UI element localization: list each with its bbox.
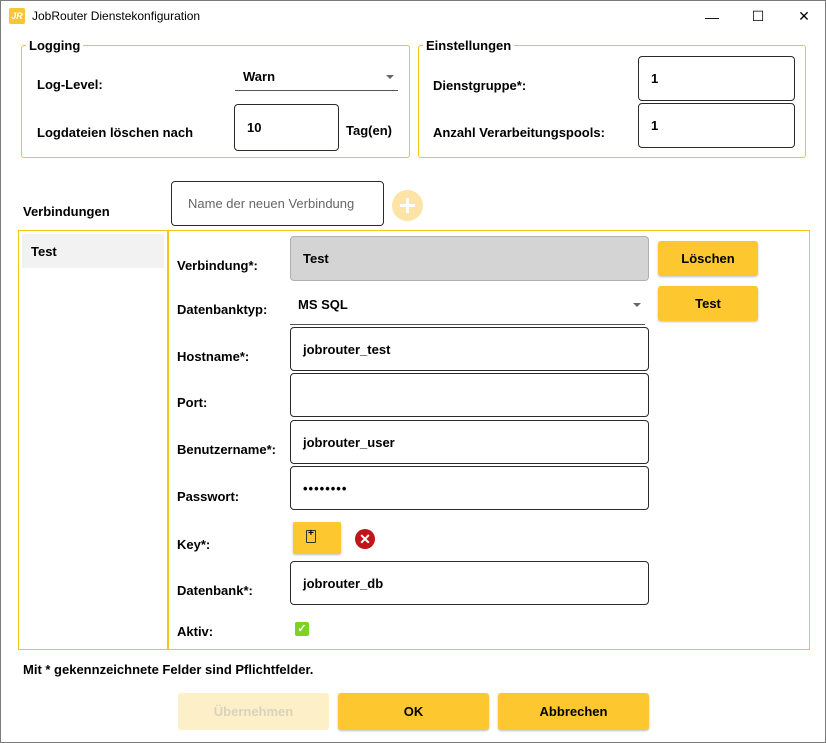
days-unit-label: Tag(en) bbox=[346, 123, 392, 138]
new-connection-input[interactable]: Name der neuen Verbindung bbox=[171, 181, 384, 226]
hostname-input[interactable]: jobrouter_test bbox=[290, 327, 649, 371]
logging-legend: Logging bbox=[29, 38, 81, 53]
pool-count-input[interactable]: 1 bbox=[638, 103, 795, 148]
close-window-button[interactable]: ✕ bbox=[781, 1, 826, 32]
password-label: Passwort: bbox=[177, 489, 240, 504]
service-group-input[interactable]: 1 bbox=[638, 56, 795, 101]
upload-key-button[interactable] bbox=[293, 522, 341, 554]
chevron-down-icon bbox=[633, 302, 641, 307]
db-type-label: Datenbanktyp: bbox=[177, 302, 268, 317]
log-level-label: Log-Level: bbox=[37, 77, 103, 92]
username-input[interactable]: jobrouter_user bbox=[290, 420, 649, 464]
active-label: Aktiv: bbox=[177, 624, 214, 639]
db-type-select[interactable]: MS SQL bbox=[290, 285, 645, 325]
logging-group: Logging bbox=[21, 38, 410, 158]
ok-button[interactable]: OK bbox=[338, 693, 489, 730]
file-add-icon bbox=[306, 528, 316, 543]
db-type-value: MS SQL bbox=[298, 297, 348, 312]
maximize-button[interactable]: ☐ bbox=[735, 1, 781, 32]
test-connection-button[interactable]: Test bbox=[658, 286, 758, 321]
remove-key-icon[interactable]: ✕ bbox=[355, 529, 375, 549]
pool-count-label: Anzahl Verarbeitungspools: bbox=[433, 125, 605, 140]
log-level-select[interactable]: Warn bbox=[235, 63, 398, 91]
window-title: JobRouter Dienstekonfiguration bbox=[32, 9, 201, 23]
port-input[interactable] bbox=[290, 373, 649, 417]
minimize-button[interactable]: — bbox=[689, 1, 735, 32]
log-level-value: Warn bbox=[243, 69, 276, 84]
dialog-window: JR JobRouter Dienstekonfiguration — ☐ ✕ … bbox=[0, 0, 826, 743]
password-input[interactable]: •••••••• bbox=[290, 466, 649, 510]
list-item[interactable]: Test bbox=[22, 234, 164, 268]
key-label: Key*: bbox=[177, 537, 211, 552]
connection-list: Test bbox=[18, 230, 167, 650]
apply-button[interactable]: Übernehmen bbox=[178, 693, 329, 730]
delete-logs-days-input[interactable]: 10 bbox=[234, 104, 339, 151]
add-connection-button[interactable] bbox=[392, 190, 423, 221]
delete-connection-button[interactable]: Löschen bbox=[658, 241, 758, 276]
database-label: Datenbank*: bbox=[177, 583, 253, 598]
chevron-down-icon bbox=[386, 74, 394, 79]
app-logo-icon: JR bbox=[9, 8, 25, 24]
settings-legend: Einstellungen bbox=[426, 38, 512, 53]
active-checkbox[interactable]: ✓ bbox=[295, 622, 309, 636]
required-fields-note: Mit * gekennzeichnete Felder sind Pflich… bbox=[23, 662, 314, 677]
port-label: Port: bbox=[177, 395, 208, 410]
connection-name-label: Verbindung*: bbox=[177, 258, 258, 273]
delete-logs-label: Logdateien löschen nach bbox=[37, 125, 194, 140]
database-input[interactable]: jobrouter_db bbox=[290, 561, 649, 605]
username-label: Benutzername*: bbox=[177, 442, 276, 457]
connections-label: Verbindungen bbox=[23, 204, 110, 219]
hostname-label: Hostname*: bbox=[177, 349, 250, 364]
connection-name-field: Test bbox=[290, 236, 649, 281]
title-bar[interactable]: JR JobRouter Dienstekonfiguration — ☐ ✕ bbox=[1, 1, 825, 32]
cancel-button[interactable]: Abbrechen bbox=[498, 693, 649, 730]
service-group-label: Dienstgruppe*: bbox=[433, 78, 527, 93]
